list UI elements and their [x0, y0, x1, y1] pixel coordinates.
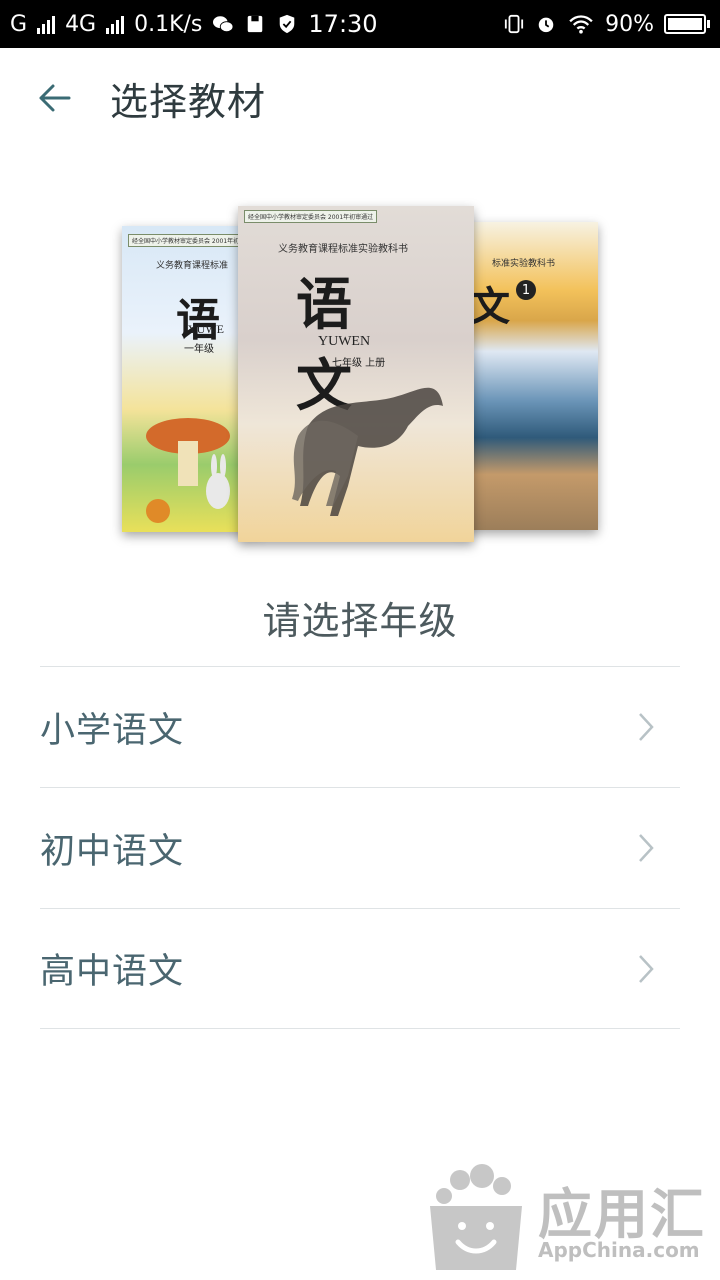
app-header: 选择教材 [0, 48, 720, 148]
battery-label: 90% [605, 11, 654, 37]
series-label: 义务教育课程标准 [156, 261, 229, 271]
status-bar: G 4G 0.1K/s 17:30 90% [0, 0, 720, 48]
grade-label: 一年级 [184, 344, 214, 355]
volume-badge: 1 [516, 280, 536, 300]
horse-illustration [292, 387, 443, 516]
grade-item-label: 初中语文 [40, 831, 185, 872]
grade-item-junior[interactable]: 初中语文 [40, 787, 680, 908]
textbook-cover-junior[interactable]: 经全国中小学教材审定委员会 2001年初审通过 义务教育课程标准实验教科书 语 … [238, 206, 474, 542]
page-title: 选择教材 [110, 79, 267, 124]
speed-label: 0.1K/s [134, 11, 203, 37]
book-title-latin: YUWEN [318, 334, 371, 349]
book-title-latin: YUWE [188, 322, 224, 336]
carrier-label: G [10, 11, 28, 37]
book-title: 语 [176, 295, 220, 346]
shield-icon [280, 14, 295, 34]
cartoon-illustration [146, 418, 230, 523]
time-label: 17:30 [308, 10, 378, 38]
approval-stamp: 经全国中小学教材审定委员会 2001年初审通过 [244, 210, 378, 223]
watermark-domain: AppChina.com [538, 1238, 700, 1262]
alarm-icon [538, 17, 554, 33]
grade-item-label: 高中语文 [40, 952, 185, 992]
grade-prompt: 请选择年级 [262, 599, 458, 643]
appchina-logo-icon [430, 1164, 522, 1270]
network-label: 4G [65, 11, 97, 37]
back-button[interactable] [0, 48, 110, 148]
chevron-right-icon [639, 834, 654, 862]
textbook-cover-senior[interactable]: 标准实验教科书 文 1 [454, 222, 598, 530]
appchina-watermark: 应用汇 AppChina.com [424, 1156, 720, 1280]
chevron-right-icon [639, 954, 654, 983]
series-label: 标准实验教科书 [492, 259, 556, 269]
wifi-icon [569, 15, 593, 34]
textbook-carousel[interactable]: 经全国中小学教材审定委员会 2001年初审通过 义务教育课程标准 语 YUWE … [0, 180, 720, 560]
signal-icon [37, 14, 56, 34]
wechat-icon [213, 16, 234, 33]
signal-icon [106, 14, 125, 34]
grade-item-label: 小学语文 [40, 710, 185, 751]
grade-item-primary[interactable]: 小学语文 [40, 666, 680, 787]
arrow-left-icon [39, 84, 71, 112]
book-title: 文 [470, 283, 510, 330]
series-label: 义务教育课程标准实验教科书 [278, 244, 408, 255]
battery-charging-icon [664, 14, 710, 34]
chevron-right-icon [639, 713, 654, 741]
grade-list: 小学语文 初中语文 高中语文 [40, 666, 680, 1029]
grade-item-senior[interactable]: 高中语文 [40, 908, 680, 1029]
vibrate-icon [505, 14, 524, 34]
notification-icon [248, 15, 263, 33]
